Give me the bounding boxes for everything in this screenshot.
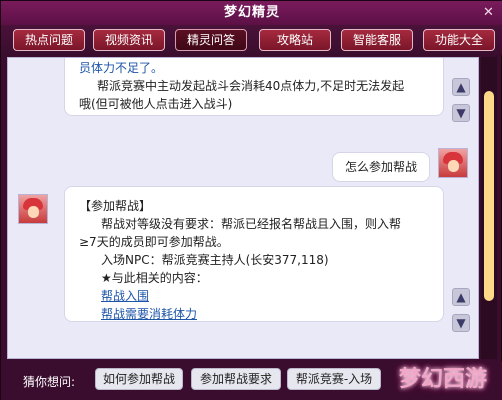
answer2-line-4: ★与此相关的内容： <box>101 271 208 285</box>
game-logo: 梦幻西游 <box>398 366 487 392</box>
answer-bubble-1: 员体力不足了。 帮派竞赛中主动发起战斗会消耗40点体力,不足时无法发起 哦(但可… <box>64 58 444 116</box>
guess-label: 猜你想问: <box>23 375 76 389</box>
answer1-line-3: 哦(但可被他人点击进入战斗) <box>79 97 233 111</box>
user-question-bubble: 怎么参加帮战 <box>332 152 430 182</box>
tab-all-features[interactable]: 功能大全 <box>423 29 495 51</box>
window-title: 梦幻精灵 <box>223 5 280 20</box>
suggestion-button-1[interactable]: 如何参加帮战 <box>95 368 183 390</box>
title-bar: 梦幻精灵 ✕ <box>1 1 502 25</box>
user-question-text: 怎么参加帮战 <box>344 160 417 174</box>
suggestion-button-2[interactable]: 参加帮战要求 <box>191 368 281 390</box>
thumbs-down-icon[interactable]: ▼ <box>452 104 470 122</box>
user-avatar <box>438 148 468 178</box>
thumbs-up-icon[interactable]: ▲ <box>452 288 470 306</box>
tab-hot-questions[interactable]: 热点问题 <box>13 29 85 51</box>
chat-area[interactable]: 员体力不足了。 帮派竞赛中主动发起战斗会消耗40点体力,不足时无法发起 哦(但可… <box>7 57 479 359</box>
tab-video-news[interactable]: 视频资讯 <box>93 29 165 51</box>
tab-strategy[interactable]: 攻略站 <box>259 29 331 51</box>
tab-smart-support[interactable]: 智能客服 <box>341 29 413 51</box>
answer2-line-2: ≥7天的成员即可参加帮战。 <box>79 235 229 249</box>
related-link-2[interactable]: 帮战需要消耗体力 <box>101 305 197 322</box>
answer2-title: 【参加帮战】 <box>79 199 152 213</box>
thumbs-up-icon[interactable]: ▲ <box>452 78 470 96</box>
chat-scrollbar[interactable] <box>481 57 497 359</box>
answer-bubble-2: 【参加帮战】 帮战对等级没有要求：帮派已经报名帮战且入围，则入帮 ≥7天的成员即… <box>64 186 444 322</box>
answer1-line-1: 员体力不足了。 <box>79 61 164 75</box>
tab-bar: 热点问题 视频资讯 精灵问答 攻略站 智能客服 功能大全 <box>1 25 502 55</box>
related-link-1[interactable]: 帮战入围 <box>101 287 149 304</box>
sprite-avatar <box>18 194 48 224</box>
tab-sprite-qa[interactable]: 精灵问答 <box>175 29 247 51</box>
scrollbar-thumb[interactable] <box>484 91 494 301</box>
answer1-line-2: 帮派竞赛中主动发起战斗会消耗40点体力,不足时无法发起 <box>97 79 405 93</box>
suggestion-button-3[interactable]: 帮派竞赛-入场 <box>287 368 381 390</box>
answer2-line-3: 入场NPC：帮派竞赛主持人(长安377,118) <box>101 253 329 267</box>
close-icon[interactable]: ✕ <box>481 5 497 21</box>
answer2-line-1: 帮战对等级没有要求：帮派已经报名帮战且入围，则入帮 <box>101 217 402 231</box>
app-window: 梦幻精灵 ✕ 热点问题 视频资讯 精灵问答 攻略站 智能客服 功能大全 员体力不… <box>0 0 502 400</box>
thumbs-down-icon[interactable]: ▼ <box>452 314 470 332</box>
